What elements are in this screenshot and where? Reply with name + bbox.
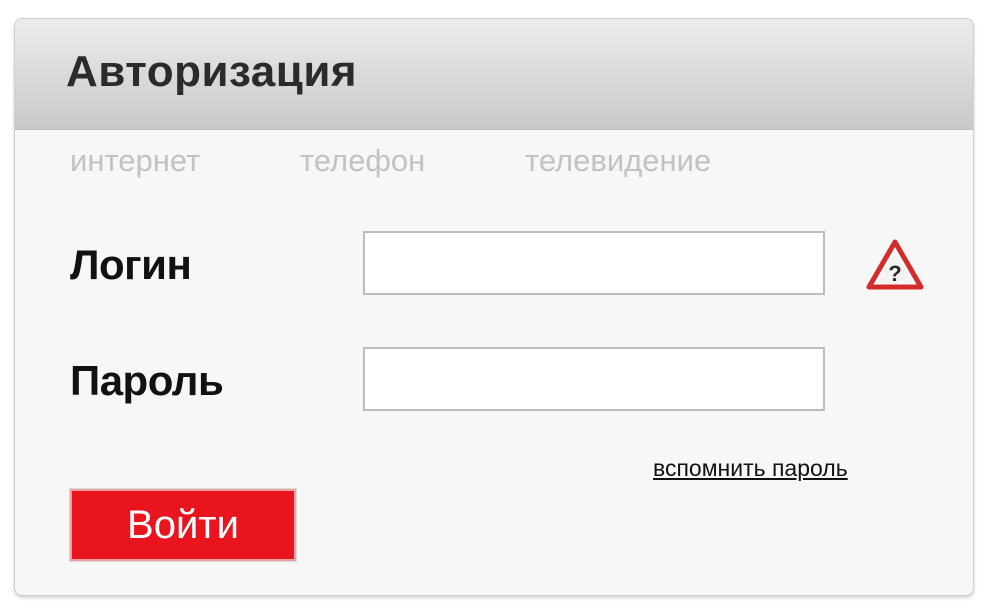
warning-question-icon[interactable]: ?	[866, 239, 924, 291]
password-label: Пароль	[70, 357, 224, 404]
tab-tv[interactable]: телевидение	[525, 143, 711, 179]
forgot-password-link[interactable]: вспомнить пароль	[653, 455, 848, 482]
service-tabs: интернет телефон телевидение	[15, 143, 973, 183]
login-label: Логин	[70, 241, 192, 288]
login-input[interactable]	[363, 231, 825, 295]
login-panel: Авторизация интернет телефон телевидение…	[14, 18, 974, 596]
panel-header: Авторизация	[15, 19, 973, 130]
login-button[interactable]: Войти	[70, 489, 296, 561]
svg-text:?: ?	[888, 261, 901, 286]
tab-internet[interactable]: интернет	[70, 143, 200, 179]
password-input[interactable]	[363, 347, 825, 411]
tab-phone[interactable]: телефон	[300, 143, 425, 179]
page-title: Авторизация	[66, 47, 358, 96]
